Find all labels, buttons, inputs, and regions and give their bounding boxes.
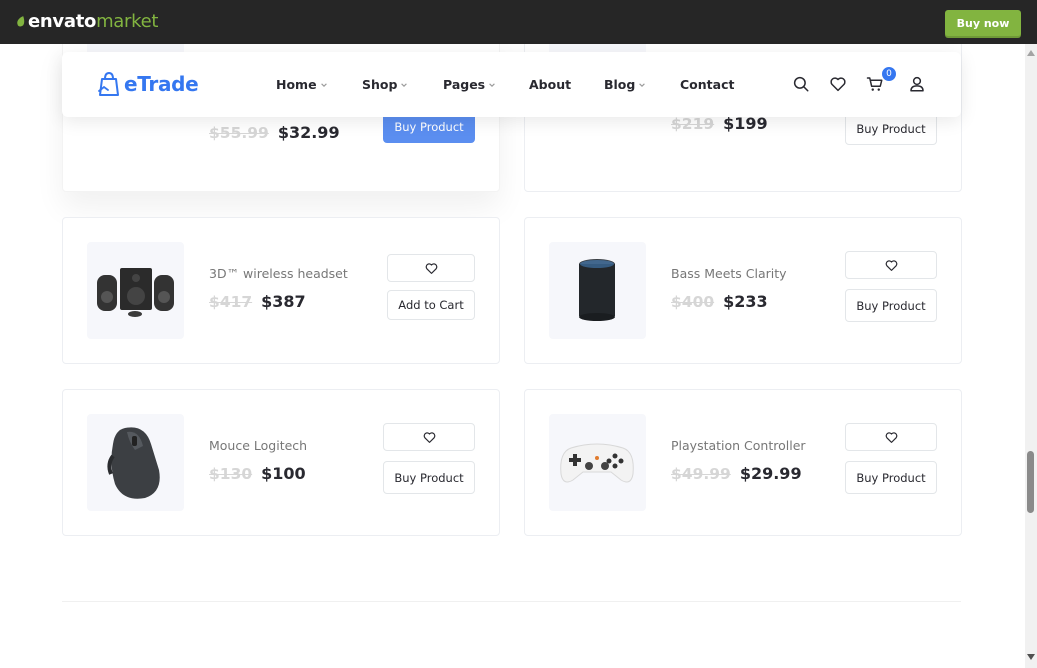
product-title[interactable]: 3D™ wireless headset xyxy=(209,266,348,281)
product-card: Playstation Controller $49.99 $29.99 Buy… xyxy=(524,389,962,536)
shopping-bag-logo-icon xyxy=(98,71,119,96)
scroll-down-arrow-icon[interactable] xyxy=(1027,654,1035,660)
market-wordmark: market xyxy=(96,11,159,32)
old-price: $130 xyxy=(209,465,253,483)
heart-icon xyxy=(885,259,897,271)
price-group: $55.99 $32.99 xyxy=(209,123,340,142)
product-title[interactable]: Playstation Controller xyxy=(671,438,806,453)
product-image-mouse[interactable] xyxy=(87,414,184,511)
nav-about[interactable]: About xyxy=(529,77,571,92)
product-card: 3D™ wireless headset $417 $387 Add to Ca… xyxy=(62,217,500,364)
wishlist-button[interactable] xyxy=(383,423,475,451)
heart-icon xyxy=(885,431,897,443)
scroll-up-arrow-icon[interactable] xyxy=(1027,50,1035,56)
envato-market-bar: envato market Buy now xyxy=(0,0,1037,44)
site-header: eTrade Home Shop Pages About Blog Contac… xyxy=(62,52,961,117)
product-image-smart-speaker[interactable] xyxy=(549,242,646,339)
search-icon[interactable] xyxy=(792,75,810,93)
product-card: Mouce Logitech $130 $100 Buy Product xyxy=(62,389,500,536)
price-group: $400 $233 xyxy=(671,292,768,311)
new-price: $387 xyxy=(261,292,306,311)
page-scrollbar[interactable] xyxy=(1025,44,1037,668)
nav-blog[interactable]: Blog xyxy=(604,77,646,92)
buy-product-button[interactable]: Buy Product xyxy=(845,461,937,494)
heart-icon xyxy=(423,431,435,443)
nav-pages[interactable]: Pages xyxy=(443,77,496,92)
scroll-thumb[interactable] xyxy=(1027,451,1034,513)
buy-product-button[interactable]: Buy Product xyxy=(383,461,475,494)
wishlist-button[interactable] xyxy=(845,251,937,279)
envato-leaf-icon xyxy=(17,16,25,27)
product-image-speakers[interactable] xyxy=(87,242,184,339)
nav-contact[interactable]: Contact xyxy=(680,77,734,92)
envato-wordmark: envato xyxy=(28,11,97,32)
new-price: $233 xyxy=(723,292,768,311)
price-group: $417 $387 xyxy=(209,292,306,311)
page-content: $55.99 $32.99 Buy Product $219 $199 Buy … xyxy=(0,44,1025,668)
nav-label: Home xyxy=(276,77,317,92)
chevron-down-icon xyxy=(401,82,408,87)
old-price: $219 xyxy=(671,115,715,133)
nav-home[interactable]: Home xyxy=(276,77,328,92)
product-image-game-controller[interactable] xyxy=(549,414,646,511)
chevron-down-icon xyxy=(320,82,327,87)
section-divider xyxy=(62,601,961,602)
old-price: $49.99 xyxy=(671,465,731,483)
cart-count-badge: 0 xyxy=(881,66,897,82)
nav-label: Pages xyxy=(443,77,486,92)
nav-label: Shop xyxy=(362,77,398,92)
heart-icon xyxy=(425,262,437,274)
buy-now-button[interactable]: Buy now xyxy=(945,10,1021,36)
envato-logo[interactable]: envato market xyxy=(16,11,158,32)
nav-label: Contact xyxy=(680,77,735,92)
new-price: $32.99 xyxy=(277,123,340,142)
brand-logo[interactable]: eTrade xyxy=(98,71,199,97)
heart-icon[interactable] xyxy=(829,75,847,93)
product-title[interactable]: Mouce Logitech xyxy=(209,438,307,453)
nav-label: Blog xyxy=(604,77,636,92)
product-card: Bass Meets Clarity $400 $233 Buy Product xyxy=(524,217,962,364)
brand-name: eTrade xyxy=(124,72,199,96)
nav-label: About xyxy=(529,77,572,92)
wishlist-button[interactable] xyxy=(387,254,475,282)
price-group: $130 $100 xyxy=(209,464,306,483)
old-price: $55.99 xyxy=(209,124,269,142)
new-price: $100 xyxy=(261,464,306,483)
nav-shop[interactable]: Shop xyxy=(362,77,408,92)
chevron-down-icon xyxy=(489,82,495,87)
user-icon[interactable] xyxy=(908,75,926,93)
chevron-down-icon xyxy=(639,82,646,87)
old-price: $400 xyxy=(671,293,715,311)
product-title[interactable]: Bass Meets Clarity xyxy=(671,266,787,281)
new-price: $29.99 xyxy=(739,464,802,483)
old-price: $417 xyxy=(209,293,253,311)
add-to-cart-button[interactable]: Add to Cart xyxy=(387,290,475,320)
wishlist-button[interactable] xyxy=(845,423,937,451)
price-group: $49.99 $29.99 xyxy=(671,464,802,483)
buy-product-button[interactable]: Buy Product xyxy=(845,289,937,322)
